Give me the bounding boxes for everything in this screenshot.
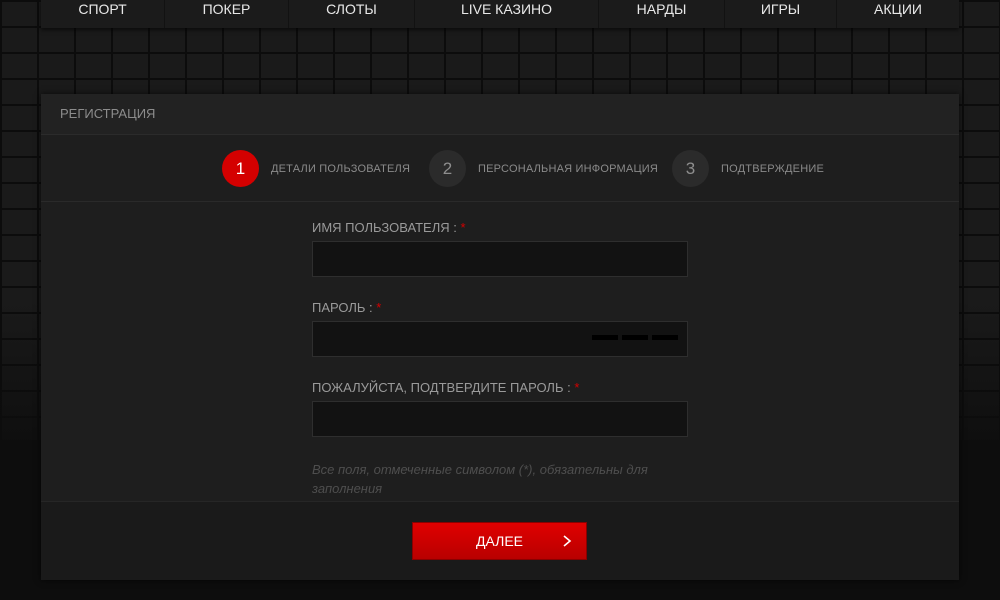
chevron-right-icon — [563, 535, 572, 547]
username-input[interactable] — [312, 241, 688, 277]
nav-item-games[interactable]: ИГРЫ — [725, 0, 837, 28]
required-mark: * — [574, 380, 580, 395]
nav-item-live-casino[interactable]: LIVE КАЗИНО — [415, 0, 599, 28]
form-footer: ДАЛЕЕ — [41, 501, 959, 580]
nav-item-poker[interactable]: ПОКЕР — [165, 0, 289, 28]
confirm-password-input[interactable] — [312, 401, 688, 437]
page: СПОРТ ПОКЕР СЛОТЫ LIVE КАЗИНО НАРДЫ ИГРЫ… — [0, 0, 1000, 600]
step-label-personal-info: ПЕРСОНАЛЬНАЯ ИНФОРМАЦИЯ — [478, 162, 659, 175]
step-personal-info: 2 ПЕРСОНАЛЬНАЯ ИНФОРМАЦИЯ — [429, 150, 658, 187]
confirm-password-label-text: ПОЖАЛУЙСТА, ПОДТВЕРДИТЕ ПАРОЛЬ : — [312, 380, 575, 395]
step-number-1: 1 — [222, 150, 259, 187]
step-label-user-details: ДЕТАЛИ ПОЛЬЗОВАТЕЛЯ — [271, 162, 411, 175]
required-mark: * — [460, 220, 466, 235]
required-fields-note: Все поля, отмеченные символом (*), обяза… — [312, 462, 648, 496]
confirm-password-label: ПОЖАЛУЙСТА, ПОДТВЕРДИТЕ ПАРОЛЬ : * — [312, 380, 688, 396]
step-number-3: 3 — [672, 150, 709, 187]
strength-segment — [622, 335, 648, 340]
strength-segment — [652, 335, 678, 340]
registration-form: ИМЯ ПОЛЬЗОВАТЕЛЯ : * ПАРОЛЬ : * ПОЖАЛУЙС… — [312, 220, 688, 498]
registration-steps: 1 ДЕТАЛИ ПОЛЬЗОВАТЕЛЯ 2 ПЕРСОНАЛЬНАЯ ИНФ… — [41, 135, 959, 202]
required-mark: * — [376, 300, 382, 315]
step-number-2: 2 — [429, 150, 466, 187]
strength-segment — [592, 335, 618, 340]
step-user-details: 1 ДЕТАЛИ ПОЛЬЗОВАТЕЛЯ — [222, 150, 410, 187]
nav-item-sport[interactable]: СПОРТ — [41, 0, 165, 28]
step-confirmation: 3 ПОДТВЕРЖДЕНИЕ — [672, 150, 824, 187]
username-label-text: ИМЯ ПОЛЬЗОВАТЕЛЯ : — [312, 220, 461, 235]
top-navigation: СПОРТ ПОКЕР СЛОТЫ LIVE КАЗИНО НАРДЫ ИГРЫ… — [41, 0, 959, 28]
step-label-confirmation: ПОДТВЕРЖДЕНИЕ — [721, 162, 825, 175]
nav-item-backgammon[interactable]: НАРДЫ — [599, 0, 725, 28]
password-strength-icon — [592, 335, 678, 340]
password-label: ПАРОЛЬ : * — [312, 300, 688, 316]
next-button-label: ДАЛЕЕ — [476, 533, 523, 549]
registration-panel: РЕГИСТРАЦИЯ 1 ДЕТАЛИ ПОЛЬЗОВАТЕЛЯ 2 ПЕРС… — [41, 94, 959, 580]
next-button[interactable]: ДАЛЕЕ — [412, 522, 587, 560]
nav-item-slots[interactable]: СЛОТЫ — [289, 0, 415, 28]
panel-title: РЕГИСТРАЦИЯ — [41, 94, 959, 135]
nav-item-promotions[interactable]: АКЦИИ — [837, 0, 959, 28]
password-label-text: ПАРОЛЬ : — [312, 300, 377, 315]
password-field-wrap — [312, 321, 688, 357]
username-label: ИМЯ ПОЛЬЗОВАТЕЛЯ : * — [312, 220, 688, 236]
